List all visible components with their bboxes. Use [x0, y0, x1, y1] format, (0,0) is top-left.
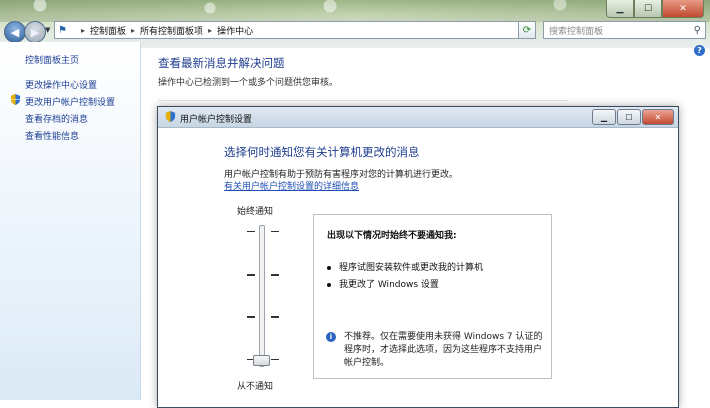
list-item: 我更改了 Windows 设置 — [327, 277, 439, 290]
slider-top-label: 始终通知 — [237, 207, 274, 217]
recent-pages-dropdown[interactable]: ▼ — [45, 26, 50, 34]
bullet-text: 我更改了 Windows 设置 — [339, 280, 439, 290]
address-bar[interactable]: ⚑ ▸ 控制面板 ▸ 所有控制面板项 ▸ 操作中心 ▼ — [54, 21, 534, 39]
dialog-heading: 选择何时通知您有关计算机更改的消息 — [224, 145, 420, 159]
navigation-bar: ◀ ▶ ▼ ⚑ ▸ 控制面板 ▸ 所有控制面板项 ▸ 操作中心 ▼ ⟳ 搜索控制… — [0, 20, 710, 43]
back-button[interactable]: ◀ — [4, 21, 26, 43]
refresh-icon: ⟳ — [522, 24, 532, 36]
notification-level-slider[interactable] — [259, 225, 265, 367]
slider-tick — [247, 316, 255, 319]
view-performance-info-link[interactable]: 查看性能信息 — [25, 129, 79, 142]
aero-glass-background — [0, 0, 710, 22]
window-controls: ▁ ☐ ✕ — [606, 0, 704, 18]
breadcrumb-item-action-center[interactable]: 操作中心 — [217, 24, 253, 37]
dialog-maximize-button[interactable]: ☐ — [617, 109, 641, 125]
chevron-right-icon[interactable]: ▸ — [131, 26, 135, 35]
slider-tick — [271, 273, 279, 276]
search-icon[interactable]: ⚲ — [694, 25, 701, 36]
search-input[interactable]: 搜索控制面板 — [549, 24, 603, 37]
change-action-center-settings-link[interactable]: 更改操作中心设置 — [25, 78, 97, 91]
divider — [158, 100, 568, 101]
dialog-window-controls: ▁ ☐ ✕ — [592, 109, 674, 125]
breadcrumb-item-all-items[interactable]: 所有控制面板项 — [140, 24, 203, 37]
change-uac-settings-link[interactable]: 更改用户帐户控制设置 — [25, 95, 115, 108]
uac-shield-icon — [10, 94, 21, 105]
arrow-right-icon: ▶ — [30, 25, 40, 39]
dialog-minimize-button[interactable]: ▁ — [592, 109, 616, 125]
forward-button[interactable]: ▶ — [24, 21, 46, 43]
breadcrumb-item-control-panel[interactable]: 控制面板 — [90, 24, 126, 37]
slider-thumb[interactable] — [253, 355, 270, 366]
bullet-icon — [327, 265, 331, 270]
info-icon: i — [326, 332, 336, 342]
slider-tick — [247, 231, 255, 232]
dialog-title: 用户帐户控制设置 — [180, 115, 253, 125]
breadcrumb: ▸ 控制面板 ▸ 所有控制面板项 ▸ 操作中心 — [76, 24, 253, 37]
dialog-title-bar[interactable]: 用户帐户控制设置 ▁ ☐ ✕ — [158, 107, 678, 128]
page-title: 查看最新消息并解决问题 — [158, 56, 285, 70]
uac-details-link[interactable]: 有关用户帐户控制设置的详细信息 — [224, 179, 359, 192]
control-panel-icon: ⚑ — [58, 24, 67, 36]
search-box[interactable]: 搜索控制面板 ⚲ — [543, 21, 706, 39]
maximize-button[interactable]: ☐ — [634, 0, 662, 18]
list-item: 程序试图安装软件或更改我的计算机 — [327, 260, 483, 273]
close-button[interactable]: ✕ — [662, 0, 704, 18]
left-navigation-panel: 控制面板主页 更改操作中心设置 更改用户帐户控制设置 查看存档的消息 查看性能信… — [0, 42, 141, 400]
page-subtitle: 操作中心已检测到一个或多个问题供您审核。 — [158, 78, 339, 88]
chevron-right-icon[interactable]: ▸ — [208, 26, 212, 35]
view-archived-messages-link[interactable]: 查看存档的消息 — [25, 112, 88, 125]
info-heading: 出现以下情况时始终不要通知我: — [327, 231, 457, 241]
dialog-close-button[interactable]: ✕ — [642, 109, 674, 125]
slider-tick — [271, 231, 279, 232]
arrow-left-icon: ◀ — [10, 25, 20, 39]
slider-tick — [271, 359, 279, 360]
uac-settings-dialog: 用户帐户控制设置 ▁ ☐ ✕ 选择何时通知您有关计算机更改的消息 用户帐户控制有… — [157, 106, 679, 408]
help-icon[interactable]: ? — [694, 45, 705, 56]
slider-tick — [247, 273, 255, 276]
minimize-button[interactable]: ▁ — [606, 0, 634, 18]
chevron-right-icon: ▸ — [81, 25, 86, 35]
control-panel-home-link[interactable]: 控制面板主页 — [25, 53, 79, 66]
uac-shield-icon — [165, 111, 176, 122]
bullet-text: 程序试图安装软件或更改我的计算机 — [339, 263, 484, 273]
level-description-box: 出现以下情况时始终不要通知我: 程序试图安装软件或更改我的计算机 我更改了 Wi… — [313, 214, 552, 379]
info-note: 不推荐。仅在需要使用未获得 Windows 7 认证的程序时，才选择此选项，因为… — [344, 332, 543, 368]
slider-bottom-label: 从不通知 — [237, 382, 274, 392]
refresh-button[interactable]: ⟳ — [518, 21, 536, 39]
bullet-icon — [327, 282, 331, 287]
slider-tick — [271, 316, 279, 319]
